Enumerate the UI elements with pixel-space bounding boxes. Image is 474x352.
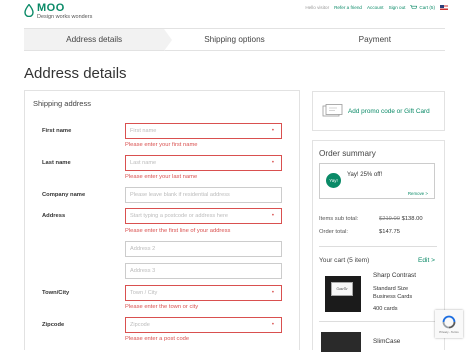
product-detail-type: Business Cards [373,294,413,300]
address-input[interactable]: Start typing a postcode or address here • [125,208,282,224]
refer-link[interactable]: Refer a friend [334,5,362,10]
company-name-input[interactable]: Please leave blank if residential addres… [125,187,282,203]
company-name-placeholder: Please leave blank if residential addres… [130,192,230,198]
product-name: Sharp Contrast [373,272,416,279]
items-subtotal-old: $219.00 [379,216,400,222]
checkout-steps: Address details Shipping options Payment [24,28,445,51]
product-thumbnail [321,332,361,352]
address-2-input[interactable]: Address 2 [125,241,282,257]
step-address-details[interactable]: Address details [24,29,173,51]
product-detail-size: Standard Size [373,286,409,292]
top-bar: MOO Design works wonders Hello visitor R… [0,0,474,26]
page-title: Address details [24,65,127,82]
recaptcha-badge[interactable]: Privacy - Terms [435,310,463,338]
zipcode-placeholder: Zipcode [130,322,150,328]
zipcode-label: Zipcode [42,322,65,328]
brand-name: MOO [37,2,65,14]
town-city-input[interactable]: Town / City • [125,285,282,301]
cart-label: Cart (5) [419,5,435,10]
required-marker: • [271,213,274,219]
order-total-value: $147.75 [379,229,400,235]
last-name-error: Please enter your last name [125,174,198,180]
order-summary-title: Order summary [319,149,376,158]
greeting: Hello visitor [305,5,330,11]
discount-text: Yay! 25% off! [347,172,383,178]
divider [319,246,437,247]
items-subtotal-row: Items sub total: $219.00 $138.00 [319,216,437,222]
address-3-input[interactable]: Address 3 [125,263,282,279]
items-subtotal-new: $138.00 [401,216,423,222]
address-3-placeholder: Address 3 [130,268,156,274]
top-nav: Hello visitor Refer a friend Account Sig… [300,5,448,11]
divider [319,321,437,322]
last-name-placeholder: Last name [130,160,157,166]
required-marker: • [271,128,274,134]
product-name: SlimCase [373,338,401,345]
address-label: Address [42,213,66,219]
first-name-error: Please enter your first name [125,142,198,148]
order-summary: Order summary Yay! Yay! 25% off! Remove … [312,140,445,352]
us-flag-icon[interactable] [440,5,448,11]
step-payment[interactable]: Payment [305,29,445,50]
remove-discount-link[interactable]: Remove > [408,191,428,196]
yay-badge: Yay! [326,173,341,188]
step-shipping-options[interactable]: Shipping options [164,29,304,50]
town-city-placeholder: Town / City [130,290,158,296]
signout-link[interactable]: Sign out [389,5,406,10]
discount-box: Yay! Yay! 25% off! Remove > [319,163,435,199]
address-2-placeholder: Address 2 [130,246,156,252]
items-subtotal-label: Items sub total: [319,216,359,222]
last-name-label: Last name [42,160,71,166]
required-marker: • [271,160,274,166]
edit-cart-link[interactable]: Edit > [418,257,435,264]
required-marker: • [271,290,274,296]
cart-title: Your cart (5 item) [319,257,370,264]
account-link[interactable]: Account [367,5,384,10]
order-total-row: Order total: $147.75 [319,229,437,235]
first-name-placeholder: First name [130,128,157,134]
cart-link[interactable]: Cart (5) [410,5,435,10]
product-thumbnail-card: Gazelle [331,282,353,296]
recaptcha-text: Privacy - Terms [439,329,459,334]
town-city-error: Please enter the town or city [125,304,199,310]
first-name-label: First name [42,128,72,134]
promo-ticket-icon [322,104,343,117]
promo-label: Add promo code or Gift Card [348,107,430,115]
required-marker: • [271,322,274,328]
address-error: Please enter the first line of your addr… [125,228,231,234]
order-total-label: Order total: [319,229,348,235]
town-city-label: Town/City [42,290,70,296]
last-name-input[interactable]: Last name • [125,155,282,171]
section-title: Shipping address [33,99,91,108]
zipcode-input[interactable]: Zipcode • [125,317,282,333]
company-name-label: Company name [42,192,86,198]
address-placeholder: Start typing a postcode or address here [130,213,228,219]
cart-icon [410,5,418,10]
moo-drop-icon [24,4,34,17]
first-name-input[interactable]: First name • [125,123,282,139]
zipcode-error: Please enter a post code [125,336,190,342]
logo[interactable]: MOO Design works wonders [24,3,92,21]
shipping-address-form: Shipping address First name First name • … [24,90,300,350]
recaptcha-icon [442,315,456,328]
brand-tagline: Design works wonders [37,14,93,20]
items-subtotal-value: $219.00 $138.00 [379,216,423,222]
promo-code-button[interactable]: Add promo code or Gift Card [312,91,445,131]
product-quantity: 400 cards [373,306,398,312]
